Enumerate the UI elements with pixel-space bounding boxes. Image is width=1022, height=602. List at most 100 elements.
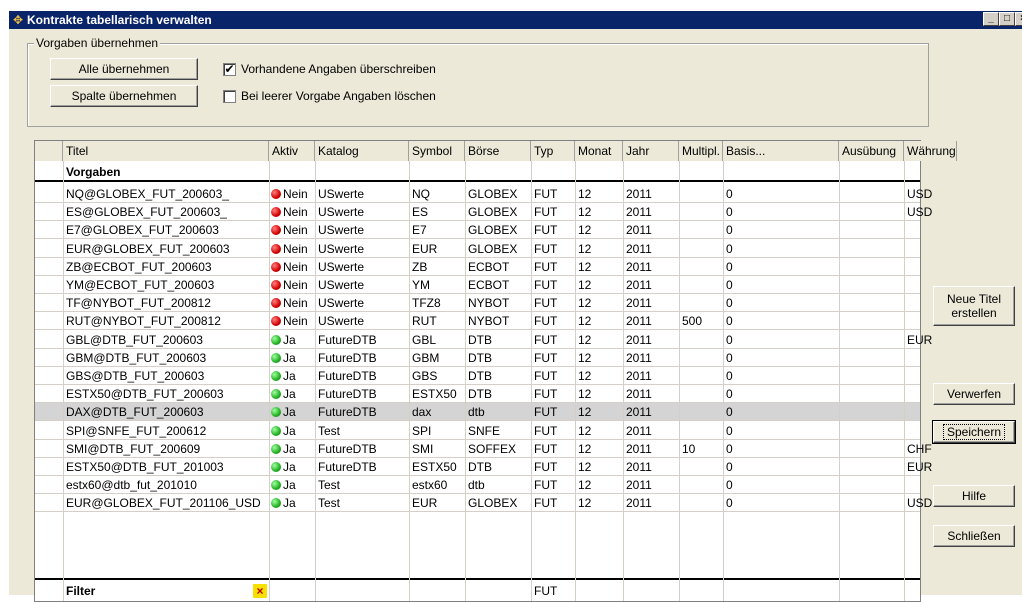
cell-aktiv-col[interactable]: Ja <box>269 476 315 494</box>
cell-symbol-col[interactable]: RUT <box>409 312 465 330</box>
cell-jahr-col[interactable]: 2011 <box>623 221 679 239</box>
cell-symbol-col[interactable]: EUR <box>409 494 465 512</box>
cell-katalog-col[interactable]: USwerte <box>315 203 409 221</box>
cell-basis-col[interactable]: 0 <box>723 331 839 349</box>
cell-boerse-col[interactable]: DTB <box>465 385 531 403</box>
overwrite-checkbox-box[interactable]: ✔ <box>223 62 236 76</box>
cell-boerse-col[interactable]: DTB <box>465 367 531 385</box>
cell-ausuebung-col[interactable] <box>839 440 904 458</box>
cell-katalog-col[interactable]: USwerte <box>315 312 409 330</box>
header-katalog-col[interactable]: Katalog <box>315 141 409 161</box>
cell-waehrung-col[interactable]: EUR <box>904 458 932 476</box>
cell-ausuebung-col[interactable] <box>839 258 904 276</box>
cell-aktiv-col[interactable]: Nein <box>269 185 315 203</box>
cell-symbol-col[interactable]: SPI <box>409 422 465 440</box>
cell-symbol-col[interactable]: ESTX50 <box>409 458 465 476</box>
cell-basis-col[interactable]: 0 <box>723 221 839 239</box>
cell-ausuebung-col[interactable] <box>839 403 904 421</box>
table-row[interactable]: EUR@GLOBEX_FUT_200603 Nein USwerte EUR GLOBE… <box>35 240 920 258</box>
header-basis-col[interactable]: Basis... <box>723 141 839 161</box>
cell-boerse-col[interactable]: GLOBEX <box>465 185 531 203</box>
cell-aktiv-col[interactable]: Nein <box>269 240 315 258</box>
cell-katalog-col[interactable]: USwerte <box>315 276 409 294</box>
cell-aktiv-col[interactable]: Nein <box>269 294 315 312</box>
cell-monat-col[interactable]: 12 <box>575 440 623 458</box>
cell-titel-col[interactable]: GBS@DTB_FUT_200603 <box>63 367 269 385</box>
cell-typ-col[interactable]: FUT <box>531 422 575 440</box>
cell-typ-col[interactable]: FUT <box>531 331 575 349</box>
cell-monat-col[interactable]: 12 <box>575 312 623 330</box>
cell-symbol-col[interactable]: GBS <box>409 367 465 385</box>
cell-katalog-col[interactable]: FutureDTB <box>315 440 409 458</box>
cell-symbol-col[interactable]: estx60 <box>409 476 465 494</box>
cell-typ-col[interactable]: FUT <box>531 203 575 221</box>
cell-titel-col[interactable]: SMI@DTB_FUT_200609 <box>63 440 269 458</box>
cell-ausuebung-col[interactable] <box>839 221 904 239</box>
clear-filter-icon[interactable]: × <box>253 584 267 598</box>
cell-titel-col[interactable]: TF@NYBOT_FUT_200812 <box>63 294 269 312</box>
table-row[interactable]: RUT@NYBOT_FUT_200812 Nein USwerte RUT NYBOT F… <box>35 312 920 331</box>
cell-titel-col[interactable]: GBL@DTB_FUT_200603 <box>63 331 269 349</box>
cell-symbol-col[interactable]: E7 <box>409 221 465 239</box>
cell-symbol-col[interactable]: GBM <box>409 349 465 367</box>
cell-jahr-col[interactable]: 2011 <box>623 294 679 312</box>
cell-monat-col[interactable]: 12 <box>575 294 623 312</box>
table-row[interactable]: TF@NYBOT_FUT_200812 Nein USwerte TFZ8 NYBOT F… <box>35 294 920 313</box>
cell-boerse-col[interactable]: SNFE <box>465 422 531 440</box>
table-row[interactable]: NQ@GLOBEX_FUT_200603_ Nein USwerte NQ GLOBEX… <box>35 185 932 203</box>
cell-jahr-col[interactable]: 2011 <box>623 185 679 203</box>
cell-katalog-col[interactable]: FutureDTB <box>315 367 409 385</box>
cell-basis-col[interactable]: 0 <box>723 367 839 385</box>
table-row[interactable]: estx60@dtb_fut_201010 Ja Test estx60 dtb FUT 1… <box>35 476 920 495</box>
cell-ausuebung-col[interactable] <box>839 476 904 494</box>
help-button[interactable]: Hilfe <box>933 485 1015 507</box>
cell-waehrung-col[interactable]: USD <box>904 185 932 203</box>
cell-monat-col[interactable]: 12 <box>575 276 623 294</box>
cell-jahr-col[interactable]: 2011 <box>623 385 679 403</box>
minimize-button[interactable]: _ <box>983 12 999 26</box>
header-multipl-col[interactable]: Multipl. <box>679 141 723 161</box>
table-row[interactable]: ZB@ECBOT_FUT_200603 Nein USwerte ZB ECBOT FUT… <box>35 258 920 276</box>
cell-multipl-col[interactable] <box>679 221 723 239</box>
table-row[interactable]: ESTX50@DTB_FUT_201003 Ja FutureDTB ESTX50 DT… <box>35 458 932 476</box>
cell-basis-col[interactable]: 0 <box>723 403 839 421</box>
cell-symbol-col[interactable]: TFZ8 <box>409 294 465 312</box>
cell-typ-col[interactable]: FUT <box>531 185 575 203</box>
cell-ausuebung-col[interactable] <box>839 494 904 512</box>
cell-waehrung-col[interactable]: CHF <box>904 440 932 458</box>
cell-typ-col[interactable]: FUT <box>531 312 575 330</box>
cell-boerse-col[interactable]: ECBOT <box>465 276 531 294</box>
cell-aktiv-col[interactable]: Ja <box>269 422 315 440</box>
cell-basis-col[interactable]: 0 <box>723 476 839 494</box>
cell-jahr-col[interactable]: 2011 <box>623 276 679 294</box>
cell-monat-col[interactable]: 12 <box>575 258 623 276</box>
cell-typ-col[interactable]: FUT <box>531 403 575 421</box>
cell-titel-col[interactable]: SPI@SNFE_FUT_200612 <box>63 422 269 440</box>
cell-multipl-col[interactable] <box>679 422 723 440</box>
cell-titel-col[interactable]: ESTX50@DTB_FUT_201003 <box>63 458 269 476</box>
cell-basis-col[interactable]: 0 <box>723 258 839 276</box>
header-typ-col[interactable]: Typ <box>531 141 575 161</box>
cell-jahr-col[interactable]: 2011 <box>623 331 679 349</box>
cell-titel-col[interactable]: DAX@DTB_FUT_200603 <box>63 403 269 421</box>
cell-ausuebung-col[interactable] <box>839 312 904 330</box>
cell-monat-col[interactable]: 12 <box>575 331 623 349</box>
cell-waehrung-col[interactable]: EUR <box>904 331 932 349</box>
cell-boerse-col[interactable]: GLOBEX <box>465 203 531 221</box>
cell-waehrung-col[interactable]: USD <box>904 203 932 221</box>
cell-monat-col[interactable]: 12 <box>575 203 623 221</box>
cell-aktiv-col[interactable]: Nein <box>269 203 315 221</box>
cell-boerse-col[interactable]: SOFFEX <box>465 440 531 458</box>
clear-checkbox-box[interactable] <box>223 89 236 103</box>
cell-multipl-col[interactable] <box>679 258 723 276</box>
cell-katalog-col[interactable]: FutureDTB <box>315 385 409 403</box>
cell-boerse-col[interactable]: NYBOT <box>465 312 531 330</box>
cell-titel-col[interactable]: estx60@dtb_fut_201010 <box>63 476 269 494</box>
cell-multipl-col[interactable] <box>679 385 723 403</box>
cell-symbol-col[interactable]: NQ <box>409 185 465 203</box>
cell-jahr-col[interactable]: 2011 <box>623 367 679 385</box>
cell-monat-col[interactable]: 12 <box>575 185 623 203</box>
cell-symbol-col[interactable]: GBL <box>409 331 465 349</box>
cell-monat-col[interactable]: 12 <box>575 403 623 421</box>
overwrite-checkbox[interactable]: ✔ Vorhandene Angaben überschreiben <box>223 62 436 76</box>
